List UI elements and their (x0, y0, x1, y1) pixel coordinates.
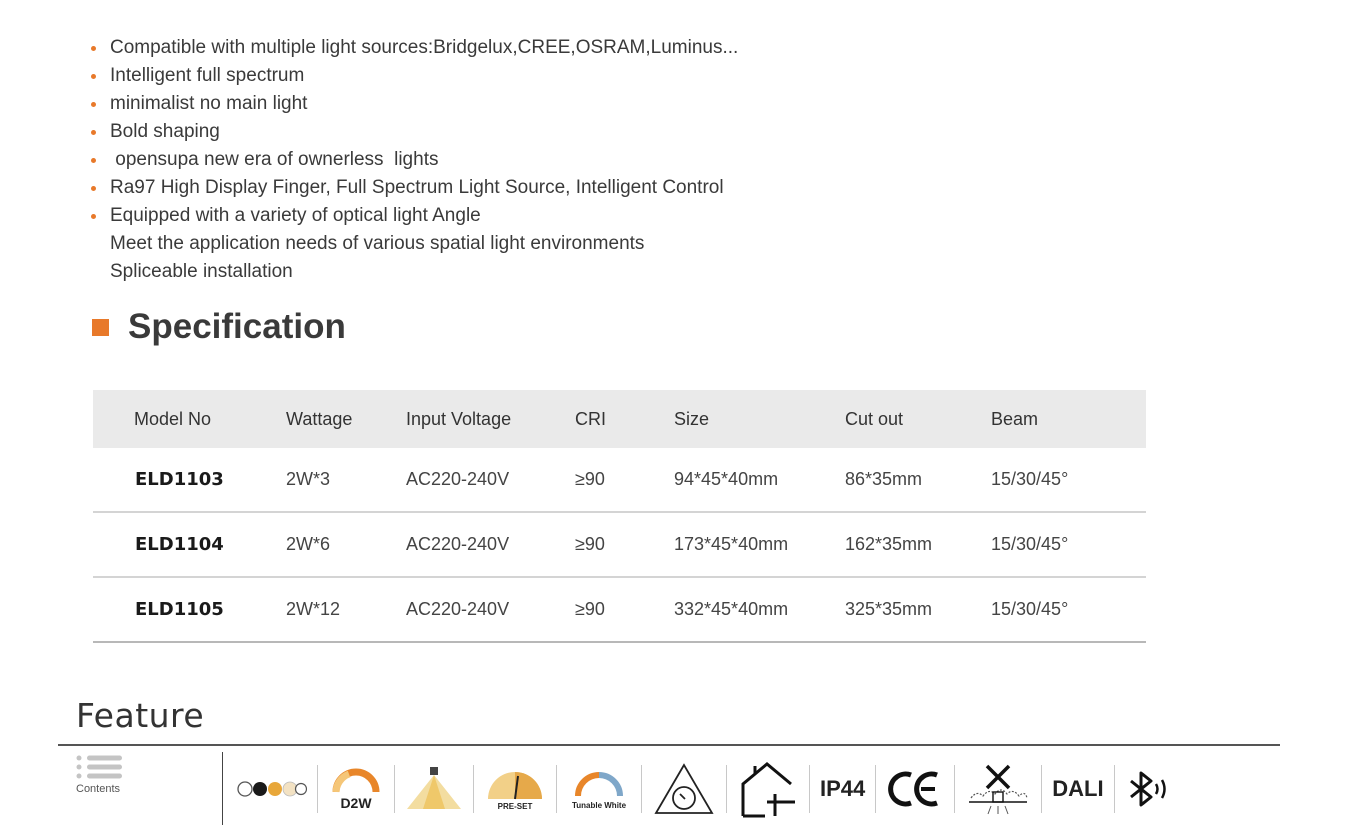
feature-divider (58, 744, 1280, 746)
contents-label: Contents (76, 783, 121, 795)
header-cri: CRI (575, 408, 606, 429)
preset-label: PRE-SET (497, 801, 533, 811)
icon-separator (394, 765, 395, 813)
icon-separator (726, 765, 727, 813)
icon-separator (556, 765, 557, 813)
heading-square-icon (92, 318, 109, 336)
indoor-use-icon (737, 758, 799, 820)
bullet-dot (91, 74, 96, 79)
bullet-dot (91, 186, 96, 191)
d2w-label: D2W (340, 795, 372, 811)
downlight-beam-icon (405, 758, 463, 820)
feature-bullet-list: Compatible with multiple light sources:B… (88, 34, 888, 286)
bullet-continuation: Spliceable installation (110, 261, 293, 282)
icon-separator (1113, 765, 1115, 813)
table-header-row: Model No Wattage Input Voltage CRI Size … (93, 390, 1146, 448)
bluetooth-icon (1125, 758, 1171, 820)
header-beam: Beam (991, 408, 1039, 429)
cell-cri: ≥90 (575, 534, 605, 554)
specification-heading: Specification (92, 305, 346, 349)
contents-list-icon (76, 755, 122, 779)
cell-size: 94*45*40mm (674, 469, 779, 489)
specification-table: Model No Wattage Input Voltage CRI Size … (93, 390, 1146, 643)
bullet-item: Intelligent full spectrum (88, 62, 888, 90)
contents-divider (222, 752, 223, 825)
cell-beam: 15/30/45° (991, 469, 1069, 489)
cell-wattage: 2W*3 (286, 469, 331, 489)
cell-wattage: 2W*12 (286, 599, 341, 619)
specification-title: Specification (128, 307, 346, 346)
cell-model: ELD1105 (135, 599, 224, 620)
icon-separator (875, 765, 877, 813)
cell-size: 332*45*40mm (674, 599, 789, 619)
bullet-item: Ra97 High Display Finger, Full Spectrum … (88, 174, 888, 202)
cell-voltage: AC220-240V (406, 534, 510, 554)
bullet-item: Equipped with a variety of optical light… (88, 202, 888, 230)
bullet-continuation: Meet the application needs of various sp… (110, 233, 645, 254)
cell-voltage: AC220-240V (406, 469, 510, 489)
cell-cut-out: 325*35mm (845, 599, 933, 619)
bullet-item: minimalist no main light (88, 90, 888, 118)
icon-separator (1041, 765, 1043, 813)
bullet-dot (91, 214, 96, 219)
feature-title: Feature (76, 696, 205, 735)
dimmable-icon (652, 758, 716, 820)
cell-beam: 15/30/45° (991, 534, 1069, 554)
cell-cut-out: 86*35mm (845, 469, 923, 489)
icon-separator (317, 765, 318, 813)
icon-separator (641, 765, 642, 813)
cell-voltage: AC220-240V (406, 599, 510, 619)
cell-cri: ≥90 (575, 469, 605, 489)
cell-size: 173*45*40mm (674, 534, 789, 554)
ce-mark-icon (886, 758, 944, 820)
bullet-item: Compatible with multiple light sources:B… (88, 34, 888, 62)
header-model-no: Model No (134, 408, 212, 429)
ip-rating-icon: IP44 (820, 776, 866, 801)
cell-wattage: 2W*6 (286, 534, 331, 554)
cell-model: ELD1104 (135, 534, 224, 555)
ce-mark-graphic (888, 771, 939, 807)
cell-model: ELD1103 (135, 469, 224, 490)
cell-cut-out: 162*35mm (845, 534, 933, 554)
icon-separator (809, 765, 810, 813)
cell-beam: 15/30/45° (991, 599, 1069, 619)
table-row: ELD1104 2W*6 AC220-240V ≥90 173*45*40mm … (93, 513, 1146, 578)
color-temperature-icon (235, 758, 307, 820)
table-row: ELD1103 2W*3 AC220-240V ≥90 94*45*40mm 8… (93, 448, 1146, 513)
icon-separator (473, 765, 474, 813)
contents-button[interactable]: Contents (76, 755, 136, 795)
preset-icon: PRE-SET (484, 758, 546, 820)
header-cut-out: Cut out (845, 408, 904, 429)
bullet-dot (91, 102, 96, 107)
cell-cri: ≥90 (575, 599, 605, 619)
bullet-item: Bold shaping (88, 118, 888, 146)
tunable-white-icon: Tunable White (567, 758, 631, 820)
dim-to-warm-icon: D2W (328, 758, 384, 820)
header-size: Size (674, 408, 710, 429)
icon-separator (954, 765, 956, 813)
bullet-dot (91, 158, 96, 163)
table-row: ELD1105 2W*12 AC220-240V ≥90 332*45*40mm… (93, 578, 1146, 643)
header-input-voltage: Input Voltage (406, 408, 512, 429)
no-insulation-cover-icon (965, 758, 1031, 820)
feature-icon-row: D2W PRE-SET Tunable White IP44 DALI (235, 758, 1171, 820)
bullet-dot (91, 46, 96, 51)
bullet-item: opensupa new era of ownerless lights (88, 146, 888, 174)
tunable-white-label: Tunable White (571, 801, 627, 810)
dali-icon: DALI (1052, 776, 1104, 801)
header-wattage: Wattage (286, 408, 353, 429)
bullet-dot (91, 130, 96, 135)
